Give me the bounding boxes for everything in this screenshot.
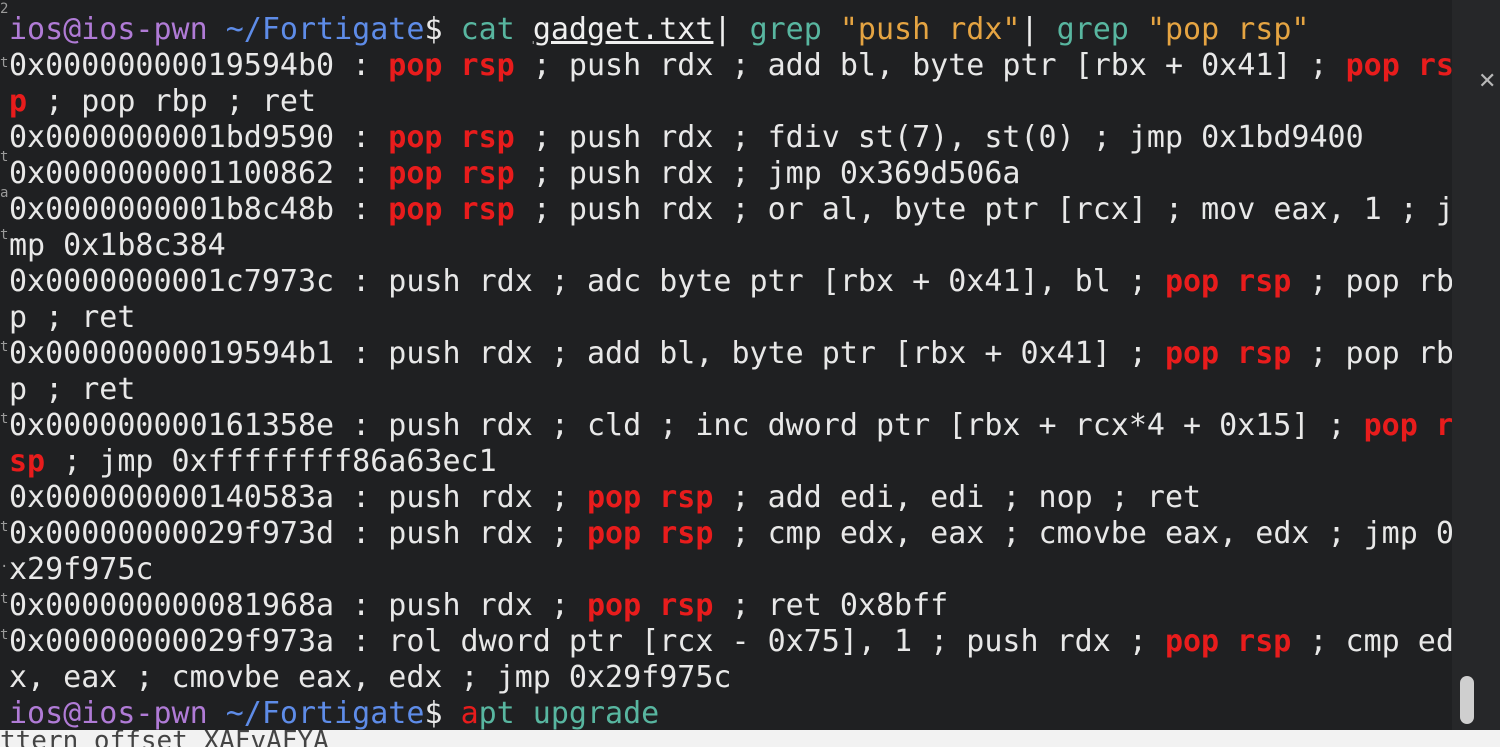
match-highlight: pop r [1363, 408, 1452, 443]
command-first-char: a [460, 696, 479, 730]
output-text: 0x00000000029f973d : push rdx ; [9, 516, 587, 551]
gutter-mark: a [0, 186, 9, 201]
prompt-user: ios@ios-pwn [9, 696, 208, 730]
terminal-window[interactable]: ios@ios-pwn ~/Fortigate$ cat gadget.txt|… [0, 0, 1452, 730]
output-text: p ; ret [9, 372, 136, 407]
output-line: 0x0000000001100862 : pop rsp ; push rdx … [9, 156, 1020, 192]
output-text: 0x00000000019594b1 : push rdx ; add bl, … [9, 336, 1165, 371]
match-highlight: sp [9, 444, 46, 479]
output-line: 0x0000000001c7973c : push rdx ; adc byte… [9, 264, 1452, 300]
prompt-line-2[interactable]: ios@ios-pwn ~/Fortigate$ apt upgrade [9, 696, 659, 730]
gutter-mark: . [0, 556, 9, 571]
output-line: x, eax ; cmovbe eax, edx ; jmp 0x29f975c [9, 660, 731, 696]
gutter-mark: t [0, 340, 9, 355]
prompt-line-1: ios@ios-pwn ~/Fortigate$ cat gadget.txt|… [9, 12, 1310, 48]
output-text: 0x0000000001b8c48b : [9, 192, 389, 227]
output-text: ; push rdx ; jmp 0x369d506a [514, 156, 1021, 191]
command-grep-1: grep [749, 12, 822, 47]
output-line: p ; pop rbp ; ret [9, 84, 316, 120]
output-line: 0x00000000029f973a : rol dword ptr [rcx … [9, 624, 1452, 660]
output-text: ; pop rb [1291, 264, 1452, 299]
gutter-mark: t [0, 628, 9, 643]
output-line: x29f975c [9, 552, 154, 588]
output-text: ; cmp ed [1291, 624, 1452, 659]
gutter-mark: t [0, 56, 9, 71]
output-text: ; cmp edx, eax ; cmovbe eax, edx ; jmp 0 [713, 516, 1452, 551]
output-line: 0x00000000029f973d : push rdx ; pop rsp … [9, 516, 1452, 552]
prompt-symbol: $ [424, 696, 443, 730]
command-cat: cat [460, 12, 515, 47]
prompt-path: ~/Fortigate [225, 12, 425, 47]
grep-pattern-1: "push rdx" [839, 12, 1021, 47]
match-highlight: pop rsp [586, 588, 714, 623]
prompt-path: ~/Fortigate [225, 696, 425, 730]
output-text: ; pop rbp ; ret [27, 84, 317, 119]
background-window-text: ttern offset XAFvAFYA [0, 730, 329, 747]
prompt-symbol: $ [424, 12, 443, 47]
match-highlight: pop rsp [1164, 624, 1292, 659]
output-text: x, eax ; cmovbe eax, edx ; jmp 0x29f975c [9, 660, 732, 695]
scrollbar-thumb[interactable] [1460, 676, 1474, 724]
match-highlight: pop rsp [1164, 264, 1292, 299]
background-window: ttern offset XAFvAFYA [0, 730, 1500, 747]
output-text: 0x0000000001100862 : [9, 156, 389, 191]
output-line: 0x0000000001b8c48b : pop rsp ; push rdx … [9, 192, 1452, 228]
output-line: 0x00000000019594b1 : push rdx ; add bl, … [9, 336, 1452, 372]
output-line: p ; ret [9, 372, 135, 408]
output-line: mp 0x1b8c384 [9, 228, 226, 264]
gutter-mark: 2 [0, 2, 9, 17]
output-text: 0x000000000081968a : push rdx ; [9, 588, 587, 623]
output-line: p ; ret [9, 300, 135, 336]
output-text: 0x00000000019594b0 : [9, 48, 389, 83]
output-text: ; jmp 0xffffffff86a63ec1 [45, 444, 497, 479]
output-text: ; ret 0x8bff [713, 588, 949, 623]
command-grep-2: grep [1056, 12, 1129, 47]
match-highlight: pop rsp [586, 480, 714, 515]
pipe-2: | [1020, 12, 1039, 47]
match-highlight: pop rs [1345, 48, 1452, 83]
match-highlight: pop rsp [388, 192, 515, 227]
gutter-mark: t [0, 520, 9, 535]
output-line: 0x000000000140583a : push rdx ; pop rsp … [9, 480, 1201, 516]
output-text: x29f975c [9, 552, 154, 587]
prompt-user: ios@ios-pwn [9, 12, 208, 47]
match-highlight: pop rsp [1164, 336, 1292, 371]
output-text: ; push rdx ; add bl, byte ptr [rbx + 0x4… [514, 48, 1346, 83]
output-text: 0x0000000001c7973c : push rdx ; adc byte… [9, 264, 1165, 299]
close-icon[interactable]: ✕ [1478, 70, 1498, 94]
output-line: 0x000000000081968a : push rdx ; pop rsp … [9, 588, 948, 624]
output-line: 0x0000000001bd9590 : pop rsp ; push rdx … [9, 120, 1364, 156]
pipe-1: | [713, 12, 732, 47]
grep-pattern-2: "pop rsp" [1146, 12, 1310, 47]
gutter-mark: t [0, 412, 9, 427]
output-line: 0x00000000019594b0 : pop rsp ; push rdx … [9, 48, 1452, 84]
output-text: 0x000000000140583a : push rdx ; [9, 480, 587, 515]
match-highlight: pop rsp [388, 48, 515, 83]
gutter-mark: t [0, 592, 9, 607]
command-rest: pt upgrade [478, 696, 660, 730]
output-text: ; push rdx ; or al, byte ptr [rcx] ; mov… [514, 192, 1452, 227]
scrollbar-track[interactable] [1452, 0, 1500, 730]
output-text: 0x0000000001bd9590 : [9, 120, 389, 155]
gutter-mark: t [0, 150, 9, 165]
gutter-mark: t [0, 228, 9, 243]
match-highlight: pop rsp [388, 156, 515, 191]
match-highlight: pop rsp [388, 120, 515, 155]
output-text: 0x00000000029f973a : rol dword ptr [rcx … [9, 624, 1165, 659]
command-file-arg: gadget.txt [532, 12, 714, 47]
output-line: 0x000000000161358e : push rdx ; cld ; in… [9, 408, 1452, 444]
output-text: ; add edi, edi ; nop ; ret [713, 480, 1202, 515]
match-highlight: pop rsp [586, 516, 714, 551]
output-text: 0x000000000161358e : push rdx ; cld ; in… [9, 408, 1364, 443]
output-text: mp 0x1b8c384 [9, 228, 226, 263]
output-text: p ; ret [9, 300, 136, 335]
output-text: ; pop rb [1291, 336, 1452, 371]
match-highlight: p [9, 84, 28, 119]
output-text: ; push rdx ; fdiv st(7), st(0) ; jmp 0x1… [514, 120, 1364, 155]
output-line: sp ; jmp 0xffffffff86a63ec1 [9, 444, 497, 480]
